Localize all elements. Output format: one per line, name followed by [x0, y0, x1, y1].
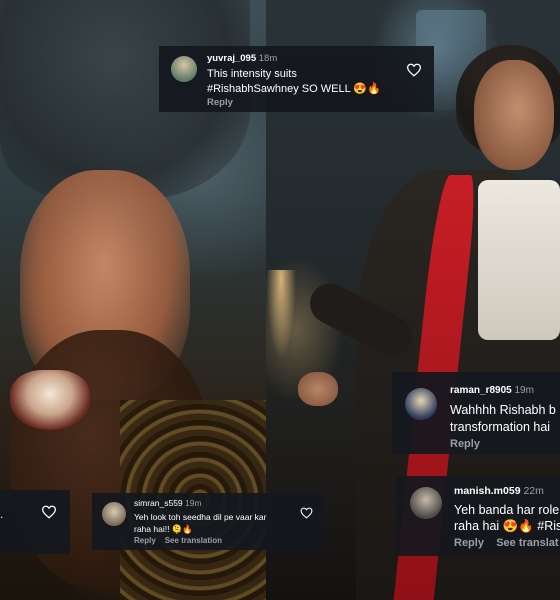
comment-username-line: simran_s559 19m — [134, 498, 202, 508]
comment-text: Yeh look toh seedha dil pe vaar kar raha… — [134, 511, 266, 535]
avatar[interactable] — [102, 502, 126, 526]
comment-username-line: yuvraj_095 18m — [207, 53, 277, 64]
comment-card: manish.m059 22m Yeh banda har role raha … — [396, 476, 560, 556]
comment-text-line: Wahhhh Rishabh b — [450, 403, 556, 417]
avatar[interactable] — [171, 56, 197, 82]
avatar[interactable] — [410, 487, 442, 519]
comment-username-line: raman_r8905 19m — [450, 385, 534, 396]
comment-card: g. — [0, 490, 70, 554]
comment-text-line: #RishabhSawhney SO WELL 😍🔥 — [207, 83, 381, 95]
comment-time: 18m — [258, 53, 278, 64]
comment-username[interactable]: manish.m059 — [454, 485, 521, 497]
candle-glow — [266, 270, 296, 360]
comment-card: yuvraj_095 18m This intensity suits #Ris… — [159, 46, 434, 112]
comment-text-line: raha hai!! 🫠🔥 — [134, 524, 193, 534]
comment-time: 22m — [523, 485, 544, 497]
comment-text-line: Yeh banda har role — [454, 503, 560, 517]
comment-card: simran_s559 19m Yeh look toh seedha dil … — [92, 493, 323, 550]
reply-button[interactable]: Reply — [134, 536, 156, 545]
comment-text-line: g. — [0, 509, 4, 521]
comment-username[interactable]: yuvraj_095 — [207, 53, 256, 64]
comment-actions: Reply See translat — [454, 537, 559, 549]
white-shirt — [478, 180, 560, 340]
comment-text: This intensity suits #RishabhSawhney SO … — [207, 67, 381, 97]
avatar[interactable] — [405, 388, 437, 420]
comment-card: raman_r8905 19m Wahhhh Rishabh b transfo… — [392, 372, 560, 454]
heart-outline-icon[interactable] — [41, 505, 57, 519]
comment-text-line: This intensity suits — [207, 68, 297, 80]
see-translation-link[interactable]: See translat — [496, 537, 558, 549]
comment-text-line: raha hai 😍🔥 #Ris — [454, 519, 560, 533]
comment-actions: Reply See translation — [134, 536, 222, 545]
comment-username[interactable]: simran_s559 — [134, 498, 183, 508]
actor-mouth — [10, 370, 90, 430]
comment-text-line: Yeh look toh seedha dil pe vaar kar — [134, 512, 267, 522]
reply-button[interactable]: Reply — [450, 438, 480, 450]
reply-button[interactable]: Reply — [454, 537, 484, 549]
comment-username-line: manish.m059 22m — [454, 485, 544, 497]
comment-username[interactable]: raman_r8905 — [450, 385, 512, 396]
comment-text-line: transformation hai — [450, 420, 551, 434]
reply-button[interactable]: Reply — [207, 97, 233, 108]
comment-text: Yeh banda har role raha hai 😍🔥 #Ris — [454, 502, 560, 534]
heart-outline-icon[interactable] — [406, 63, 422, 77]
comment-text: Wahhhh Rishabh b transformation hai — [450, 402, 556, 436]
see-translation-link[interactable]: See translation — [165, 536, 222, 545]
heart-outline-icon[interactable] — [300, 507, 313, 519]
comment-text: g. — [0, 509, 3, 521]
actor-face-right — [474, 60, 554, 170]
comment-time: 19m — [185, 498, 202, 508]
hand — [298, 372, 338, 406]
comment-time: 19m — [514, 385, 534, 396]
